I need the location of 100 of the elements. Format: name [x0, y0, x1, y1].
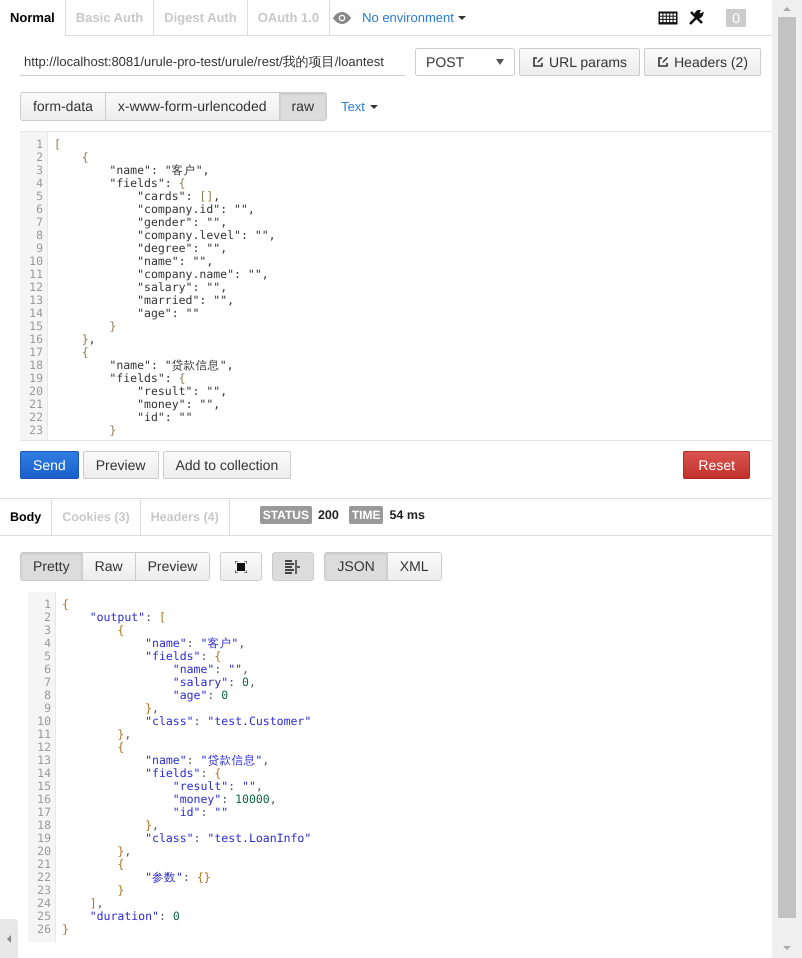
- eye-icon[interactable]: [332, 10, 352, 24]
- line-number: 17: [37, 806, 51, 819]
- code-line: "name": "贷款信息",: [108, 359, 235, 372]
- code-line: "output": [: [88, 611, 167, 624]
- toggle-button[interactable]: XML: [386, 553, 441, 580]
- time-label: TIME: [348, 506, 384, 524]
- code-line: }: [62, 923, 70, 936]
- line-number: 9: [44, 702, 51, 715]
- url-field[interactable]: http://localhost:8081/urule-pro-test/urule/rest/我的项目/loantest: [20, 48, 405, 76]
- wrench-icon[interactable]: [688, 10, 704, 26]
- line-number: 17: [29, 346, 43, 359]
- code-line: "age": "": [136, 307, 200, 320]
- toggle-button[interactable]: x-www-form-urlencoded: [104, 93, 279, 120]
- line-number: 18: [29, 359, 43, 372]
- action-button[interactable]: Preview: [82, 451, 158, 479]
- code-line: "result": "",: [172, 780, 264, 793]
- line-number: 12: [37, 741, 51, 754]
- code-line: "name": "",: [172, 663, 250, 676]
- code-line: "company.name": "",: [136, 268, 270, 281]
- code-line: },: [144, 702, 160, 715]
- action-button[interactable]: Reset: [683, 451, 750, 479]
- line-number: 23: [29, 424, 43, 437]
- response-tab[interactable]: Body: [0, 499, 52, 535]
- edit-icon: [532, 56, 544, 68]
- code-line: "class": "test.Customer": [144, 715, 312, 728]
- wrap-button[interactable]: [272, 552, 314, 581]
- code-line: [: [54, 138, 62, 151]
- line-number: 6: [36, 203, 43, 216]
- code-line: "class": "test.LoanInfo": [144, 832, 312, 845]
- code-line: "name": "客户",: [108, 164, 211, 177]
- code-line: "salary": "",: [136, 281, 228, 294]
- code-line: }: [116, 884, 126, 897]
- status-label: STATUS: [260, 506, 312, 524]
- line-number: 25: [37, 910, 51, 923]
- line-number: 5: [36, 190, 43, 203]
- line-number: 22: [37, 871, 51, 884]
- code-line: "fields": {: [144, 767, 222, 780]
- keyboard-icon[interactable]: [658, 10, 678, 24]
- toggle-button[interactable]: JSON: [325, 553, 387, 580]
- line-number: 20: [37, 845, 51, 858]
- line-number: 4: [44, 637, 51, 650]
- code-line: "name": "客户",: [144, 637, 246, 650]
- caret-icon: [496, 59, 504, 65]
- line-number: 10: [29, 255, 43, 268]
- request-option-button[interactable]: URL params: [519, 48, 640, 76]
- auth-tab[interactable]: Normal: [0, 0, 66, 36]
- code-line: "salary": 0,: [172, 676, 257, 689]
- fullscreen-icon: [235, 560, 248, 572]
- line-number: 22: [29, 411, 43, 424]
- line-number: 11: [29, 268, 43, 281]
- toggle-button[interactable]: raw: [278, 93, 326, 120]
- line-number: 10: [37, 715, 51, 728]
- line-number: 6: [44, 663, 51, 676]
- line-number: 20: [29, 385, 43, 398]
- format-dropdown[interactable]: Text: [341, 96, 378, 116]
- code-line: {: [80, 346, 90, 359]
- line-number: 15: [37, 780, 51, 793]
- action-button[interactable]: Add to collection: [162, 451, 292, 479]
- scroll-up-icon[interactable]: [782, 5, 792, 13]
- response-time: 54 ms: [389, 506, 425, 524]
- code-line: },: [80, 333, 97, 346]
- line-number: 1: [36, 138, 43, 151]
- line-number: 3: [36, 164, 43, 177]
- request-option-button[interactable]: Headers (2): [644, 48, 761, 76]
- code-line: "id": "": [172, 806, 230, 819]
- scroll-down-icon[interactable]: [782, 944, 792, 952]
- environment-dropdown[interactable]: No environment: [362, 8, 466, 28]
- line-number: 14: [37, 767, 51, 780]
- code-line: "duration": 0: [88, 910, 181, 923]
- toggle-button[interactable]: Raw: [82, 553, 135, 580]
- code-line: "cards": [],: [136, 190, 222, 203]
- code-line: "degree": "",: [136, 242, 228, 255]
- line-number: 13: [37, 754, 51, 767]
- line-number: 14: [29, 307, 43, 320]
- code-line: "id": "": [136, 411, 194, 424]
- action-button[interactable]: Send: [20, 451, 79, 479]
- line-number: 9: [36, 242, 43, 255]
- code-line: },: [144, 819, 160, 832]
- code-line: {: [116, 741, 126, 754]
- toggle-button[interactable]: Pretty: [21, 553, 82, 580]
- code-line: "money": 10000,: [172, 793, 278, 806]
- line-number: 1: [44, 598, 51, 611]
- code-line: {: [62, 598, 70, 611]
- toggle-button[interactable]: Preview: [134, 553, 210, 580]
- line-number: 2: [44, 611, 51, 624]
- line-number: 19: [29, 372, 43, 385]
- line-number: 24: [37, 897, 51, 910]
- code-line: "参数": {}: [144, 871, 212, 884]
- code-line: }: [108, 424, 118, 437]
- code-line: "name": "",: [136, 255, 214, 268]
- code-line: "result": "",: [136, 385, 228, 398]
- scroll-left-icon[interactable]: [5, 934, 13, 944]
- method-select[interactable]: POST: [415, 48, 515, 76]
- line-number: 21: [37, 858, 51, 871]
- toggle-button[interactable]: form-data: [21, 93, 105, 120]
- scrollbar[interactable]: [772, 0, 802, 958]
- line-number: 5: [44, 650, 51, 663]
- line-number: 8: [44, 689, 51, 702]
- line-number: 13: [29, 294, 43, 307]
- fullscreen-button[interactable]: [220, 552, 262, 581]
